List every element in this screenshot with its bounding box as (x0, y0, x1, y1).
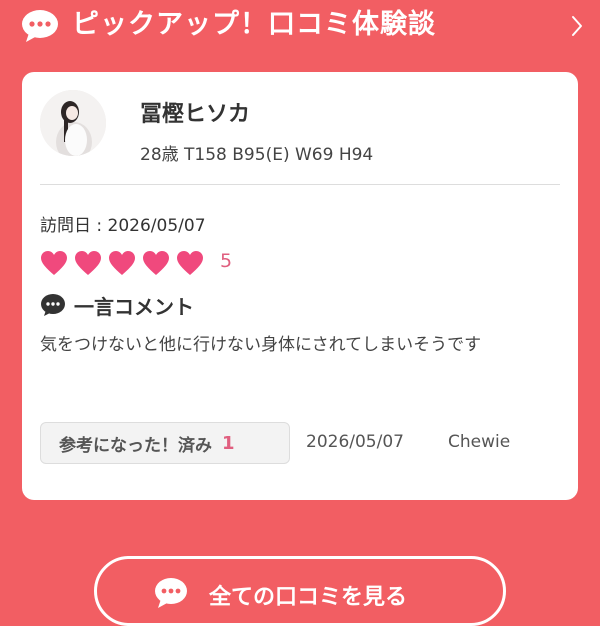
heart-icon (75, 251, 101, 275)
comment-text: 気をつけないと他に行けない身体にされてしまいそうです (40, 335, 482, 355)
heart-icon (41, 251, 67, 275)
section-header: ピックアップ！口コミ体験談 (0, 0, 600, 54)
visit-date: 訪問日 : 2026/05/07 (40, 216, 206, 236)
review-card: 冨樫ヒソカ 28歳 T158 B95(E) W69 H94 訪問日 : 2026… (22, 72, 578, 500)
helpful-count: 1 (222, 432, 235, 454)
avatar[interactable] (40, 90, 106, 156)
rating-hearts (40, 249, 210, 277)
comment-title: 一言コメント (74, 294, 194, 319)
heart-icon (143, 251, 169, 275)
speech-bubble-icon (22, 10, 58, 42)
heart-icon (177, 251, 203, 275)
helpful-button[interactable]: 参考になった！済み 1 (40, 422, 290, 464)
cast-name[interactable]: 冨樫ヒソカ (140, 96, 250, 128)
posted-date: 2026/05/07 (306, 432, 404, 452)
chevron-right-icon[interactable] (570, 14, 584, 38)
section-title: ピックアップ！口コミ体験談 (72, 9, 436, 40)
comment-header: 一言コメント (40, 290, 194, 320)
reviewer-name: Chewie (448, 432, 511, 452)
divider (40, 184, 560, 185)
all-reviews-label: 全ての口コミを見る (209, 585, 408, 610)
speech-bubble-icon (41, 294, 65, 316)
speech-bubble-icon (155, 578, 187, 608)
rating-value: 5 (220, 250, 233, 272)
all-reviews-button[interactable]: 全ての口コミを見る (94, 556, 506, 626)
cast-stats: 28歳 T158 B95(E) W69 H94 (140, 145, 374, 165)
heart-icon (109, 251, 135, 275)
helpful-label: 参考になった！済み (59, 435, 212, 456)
